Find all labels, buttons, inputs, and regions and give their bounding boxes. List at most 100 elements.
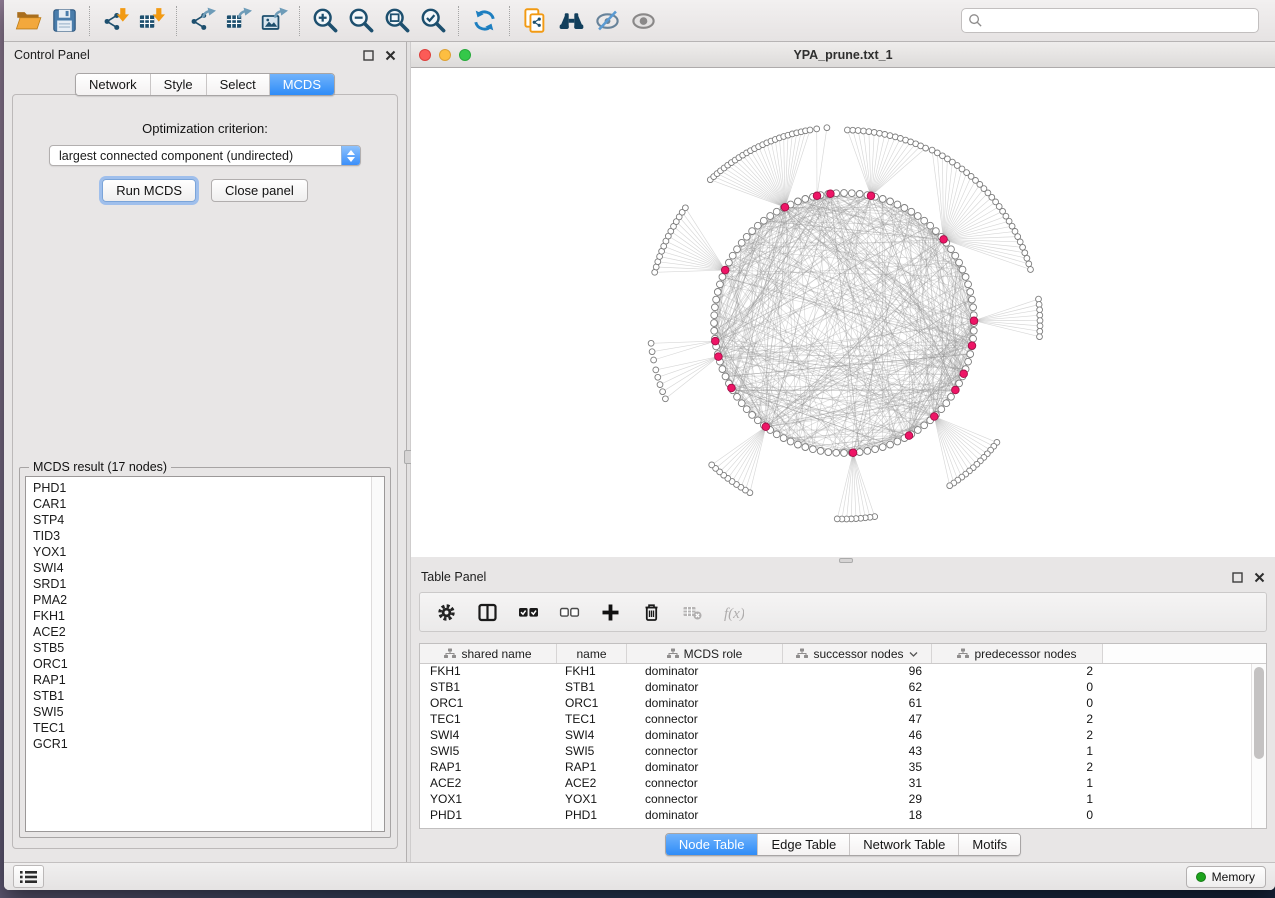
- graph-node[interactable]: [921, 422, 928, 429]
- graph-node[interactable]: [841, 450, 848, 457]
- graph-node[interactable]: [657, 382, 663, 388]
- cell-predecessor_nodes[interactable]: 1: [932, 776, 1103, 792]
- graph-node[interactable]: [908, 208, 915, 215]
- tab-style[interactable]: Style: [150, 74, 206, 95]
- graph-hub-node[interactable]: [952, 386, 960, 394]
- cell-predecessor_nodes[interactable]: 2: [932, 760, 1103, 776]
- graph-node[interactable]: [802, 196, 809, 203]
- mcds-result-item[interactable]: PMA2: [33, 592, 364, 608]
- mcds-result-item[interactable]: RAP1: [33, 672, 364, 688]
- mcds-result-item[interactable]: STB5: [33, 640, 364, 656]
- column-header-predecessor-nodes[interactable]: predecessor nodes: [932, 644, 1103, 663]
- tab-mcds[interactable]: MCDS: [269, 74, 334, 95]
- cell-mcds_role[interactable]: dominator: [627, 696, 783, 712]
- graph-node[interactable]: [877, 130, 883, 136]
- graph-node[interactable]: [649, 349, 655, 355]
- graph-hub-node[interactable]: [728, 384, 736, 392]
- graph-node[interactable]: [1022, 250, 1028, 256]
- network-graph[interactable]: [411, 68, 1275, 557]
- cell-successor_nodes[interactable]: 46: [783, 728, 932, 744]
- graph-node[interactable]: [855, 128, 861, 134]
- cell-shared_name[interactable]: STB1: [420, 680, 557, 696]
- graph-node[interactable]: [969, 296, 976, 303]
- graph-hub-node[interactable]: [762, 423, 770, 431]
- import-table-button[interactable]: [133, 4, 169, 38]
- show-all-eye-button[interactable]: [625, 4, 661, 38]
- mcds-result-item[interactable]: TEC1: [33, 720, 364, 736]
- mcds-result-item[interactable]: STP4: [33, 512, 364, 528]
- search-input[interactable]: [961, 8, 1259, 33]
- float-table-panel-icon[interactable]: [1232, 572, 1243, 583]
- graph-node[interactable]: [959, 266, 966, 273]
- cell-successor_nodes[interactable]: 35: [783, 760, 932, 776]
- import-network-button[interactable]: [97, 4, 133, 38]
- graph-node[interactable]: [817, 448, 824, 455]
- graph-node[interactable]: [738, 239, 745, 246]
- graph-hub-node[interactable]: [968, 342, 976, 350]
- zoom-out-button[interactable]: [343, 4, 379, 38]
- graph-node[interactable]: [709, 462, 715, 468]
- split-columns-button[interactable]: [475, 600, 499, 624]
- graph-node[interactable]: [856, 191, 863, 198]
- table-tab-edge-table[interactable]: Edge Table: [757, 834, 849, 855]
- cell-name[interactable]: FKH1: [557, 664, 627, 680]
- table-scrollbar[interactable]: [1251, 664, 1266, 828]
- graph-node[interactable]: [749, 228, 756, 235]
- graph-node[interactable]: [848, 190, 855, 197]
- graph-node[interactable]: [833, 449, 840, 456]
- graph-node[interactable]: [921, 217, 928, 224]
- network-canvas[interactable]: [411, 68, 1275, 557]
- graph-node[interactable]: [749, 412, 756, 419]
- graph-node[interactable]: [824, 125, 830, 131]
- graph-node[interactable]: [871, 130, 877, 136]
- mcds-result-item[interactable]: PHD1: [33, 480, 364, 496]
- graph-node[interactable]: [1028, 267, 1034, 273]
- graph-node[interactable]: [1037, 323, 1043, 329]
- cell-name[interactable]: RAP1: [557, 760, 627, 776]
- graph-hub-node[interactable]: [867, 192, 875, 200]
- cell-mcds_role[interactable]: dominator: [627, 664, 783, 680]
- graph-node[interactable]: [879, 196, 886, 203]
- share-document-button[interactable]: [517, 4, 553, 38]
- table-tab-node-table[interactable]: Node Table: [666, 834, 758, 855]
- zoom-fit-button[interactable]: [379, 4, 415, 38]
- open-file-button[interactable]: [10, 4, 46, 38]
- cell-shared_name[interactable]: YOX1: [420, 792, 557, 808]
- select-all-checks-button[interactable]: [516, 600, 540, 624]
- cell-predecessor_nodes[interactable]: 2: [932, 728, 1103, 744]
- graph-node[interactable]: [713, 296, 720, 303]
- cell-shared_name[interactable]: SWI4: [420, 728, 557, 744]
- graph-node[interactable]: [845, 127, 851, 133]
- tab-network[interactable]: Network: [76, 74, 150, 95]
- cell-mcds_role[interactable]: dominator: [627, 680, 783, 696]
- table-tab-motifs[interactable]: Motifs: [958, 834, 1020, 855]
- graph-node[interactable]: [872, 446, 879, 453]
- graph-node[interactable]: [653, 367, 659, 373]
- cell-name[interactable]: SWI4: [557, 728, 627, 744]
- refresh-network-button[interactable]: [466, 4, 502, 38]
- table-row[interactable]: TEC1TEC1connector472: [420, 712, 1251, 728]
- graph-hub-node[interactable]: [849, 449, 857, 457]
- graph-node[interactable]: [866, 129, 872, 135]
- cell-predecessor_nodes[interactable]: 1: [932, 744, 1103, 760]
- search-binoculars-button[interactable]: [553, 4, 589, 38]
- graph-node[interactable]: [773, 431, 780, 438]
- cell-predecessor_nodes[interactable]: 2: [932, 712, 1103, 728]
- graph-node[interactable]: [956, 259, 963, 266]
- graph-node[interactable]: [734, 246, 741, 253]
- cell-shared_name[interactable]: FKH1: [420, 664, 557, 680]
- graph-hub-node[interactable]: [715, 353, 723, 361]
- close-table-panel-icon[interactable]: [1254, 572, 1265, 583]
- cell-name[interactable]: YOX1: [557, 792, 627, 808]
- add-column-button[interactable]: [598, 600, 622, 624]
- graph-hub-node[interactable]: [970, 317, 978, 325]
- export-network-button[interactable]: [184, 4, 220, 38]
- cell-predecessor_nodes[interactable]: 2: [932, 664, 1103, 680]
- graph-node[interactable]: [861, 128, 867, 134]
- graph-node[interactable]: [887, 133, 893, 139]
- graph-node[interactable]: [1036, 296, 1042, 302]
- graph-hub-node[interactable]: [827, 190, 835, 198]
- graph-node[interactable]: [1037, 312, 1043, 318]
- graph-hub-node[interactable]: [781, 203, 789, 211]
- graph-node[interactable]: [943, 400, 950, 407]
